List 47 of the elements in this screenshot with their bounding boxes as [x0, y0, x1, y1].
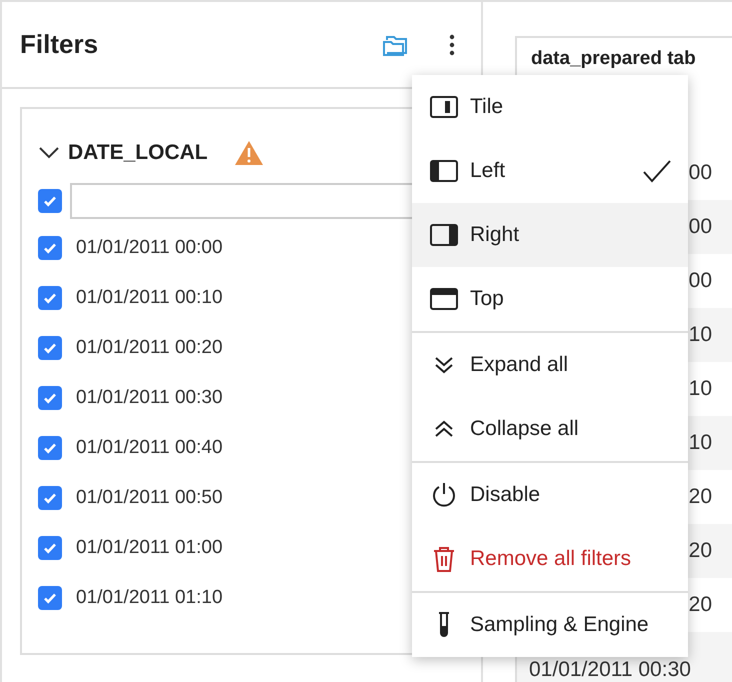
top-layout-icon: [430, 288, 458, 310]
table-cell: 00: [688, 269, 712, 293]
menu-item[interactable]: Right: [412, 203, 688, 267]
power-icon: [430, 481, 458, 509]
left-layout-icon: [430, 160, 458, 182]
filter-value: 01/01/2011 00:30: [76, 387, 223, 409]
menu-item[interactable]: Remove all filters: [412, 527, 688, 591]
checkbox[interactable]: [38, 386, 62, 410]
checkbox[interactable]: [38, 236, 62, 260]
table-cell: 00: [688, 215, 712, 239]
table-cell: 00: [688, 161, 712, 185]
table-cell: 20: [688, 593, 712, 617]
menu-item[interactable]: Expand all: [412, 333, 688, 397]
menu-item[interactable]: Left: [412, 139, 688, 203]
right-layout-icon: [430, 224, 458, 246]
menu-item[interactable]: Collapse all: [412, 397, 688, 461]
filter-value: 01/01/2011 00:20: [76, 337, 223, 359]
menu-item[interactable]: Disable: [412, 463, 688, 527]
filter-value: 01/01/2011 01:10: [76, 587, 223, 609]
checkbox[interactable]: [38, 486, 62, 510]
table-cell: 10: [688, 377, 712, 401]
chevron-down-icon[interactable]: [38, 146, 60, 160]
folder-icon[interactable]: [383, 34, 409, 56]
more-options-icon[interactable]: [449, 34, 455, 56]
table-cell: 10: [688, 323, 712, 347]
filter-value: 01/01/2011 00:50: [76, 487, 223, 509]
checkbox[interactable]: [38, 586, 62, 610]
panel-title: Filters: [20, 29, 100, 60]
menu-item[interactable]: Sampling & Engine: [412, 593, 688, 657]
menu-item[interactable]: Top: [412, 267, 688, 331]
filter-value: 01/01/2011 01:00: [76, 537, 223, 559]
filter-value: 01/01/2011 00:10: [76, 287, 223, 309]
tile-layout-icon: [430, 96, 458, 118]
filter-value: 01/01/2011 00:00: [76, 237, 223, 259]
table-cell: 10: [688, 431, 712, 455]
table-title: data_prepared tab: [531, 48, 696, 70]
checkbox[interactable]: [38, 189, 62, 213]
filter-name: DATE_LOCAL: [68, 141, 208, 165]
checkbox[interactable]: [38, 286, 62, 310]
checkbox[interactable]: [38, 436, 62, 460]
table-cell: 20: [688, 485, 712, 509]
menu-item[interactable]: Tile: [412, 75, 688, 139]
checkbox[interactable]: [38, 336, 62, 360]
checkbox[interactable]: [38, 536, 62, 560]
table-cell: 01/01/2011 00:30: [529, 658, 691, 682]
filter-value: 01/01/2011 00:40: [76, 437, 223, 459]
table-cell: 20: [688, 539, 712, 563]
